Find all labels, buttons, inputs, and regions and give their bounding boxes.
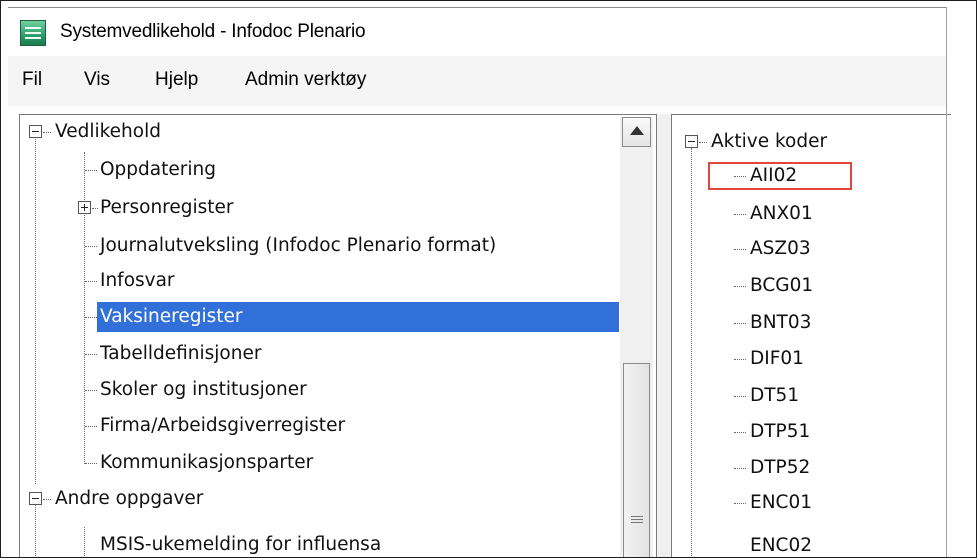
tree-line: [734, 503, 746, 504]
tree-node-kommunikasjonsparter[interactable]: Kommunikasjonsparter: [97, 448, 316, 478]
window-title: Systemvedlikehold - Infodoc Plenario: [60, 21, 366, 42]
tree-line: [35, 139, 36, 484]
tree-node-label: ENC01: [750, 492, 812, 513]
tree-line: [734, 323, 746, 324]
menu-bar: Fil Vis Hjelp Admin verktøy: [8, 56, 946, 106]
tree-node-label: Vedlikehold: [55, 121, 161, 142]
tree-node-oppdatering[interactable]: Oppdatering: [97, 155, 219, 185]
tree-line: [734, 432, 746, 433]
tree-line: [43, 132, 51, 133]
tree-node-label: Andre oppgaver: [55, 488, 204, 509]
tree-node-label: DTP51: [750, 421, 811, 442]
tree-node-msis[interactable]: MSIS-ukemelding for influensa: [97, 530, 384, 557]
code-dt51[interactable]: DT51: [747, 381, 802, 411]
code-bnt03[interactable]: BNT03: [747, 308, 814, 338]
scroll-thumb[interactable]: [623, 363, 650, 557]
tree-node-label: DIF01: [750, 348, 804, 369]
tree-node-aktive-koder[interactable]: Aktive koder: [708, 127, 830, 157]
code-enc02[interactable]: ENC02: [747, 531, 815, 557]
tree-line: [734, 396, 746, 397]
tree-node-label: Aktive koder: [711, 131, 828, 152]
highlight-box: [708, 162, 852, 190]
tree-line: [85, 317, 97, 318]
tree-node-tabelldefinisjoner[interactable]: Tabelldefinisjoner: [97, 339, 264, 369]
tree-node-label: ANX01: [750, 203, 813, 224]
tree-line: [84, 527, 85, 557]
vertical-scrollbar[interactable]: [620, 117, 653, 557]
collapse-andre-oppgaver-icon[interactable]: [29, 492, 42, 505]
tree-node-label: Kommunikasjonsparter: [100, 452, 314, 473]
left-tree-pane[interactable]: Vedlikehold Oppdatering Personregister J…: [19, 114, 657, 557]
scroll-up-arrow-icon[interactable]: [622, 117, 651, 147]
tree-line: [734, 249, 746, 250]
tree-node-label: Firma/Arbeidsgiverregister: [100, 415, 346, 436]
tree-line: [734, 286, 746, 287]
tree-node-skoler[interactable]: Skoler og institusjoner: [97, 375, 310, 405]
tree-line: [85, 281, 97, 282]
tree-node-label: MSIS-ukemelding for influensa: [100, 534, 382, 555]
code-bcg01[interactable]: BCG01: [747, 271, 816, 301]
tree-line: [734, 214, 746, 215]
tree-node-label: ENC02: [750, 535, 812, 556]
tree-line: [84, 152, 85, 464]
tree-line: [85, 170, 97, 171]
tree-node-label: Skoler og institusjoner: [100, 379, 307, 400]
tree-line: [43, 499, 51, 500]
menu-hjelp[interactable]: Hjelp: [155, 69, 198, 91]
tree-node-label: BCG01: [750, 275, 814, 296]
collapse-vedlikehold-icon[interactable]: [29, 125, 42, 138]
title-bar: Systemvedlikehold - Infodoc Plenario: [8, 7, 946, 56]
tree-node-label: ASZ03: [750, 238, 811, 259]
tree-line: [734, 359, 746, 360]
code-enc01[interactable]: ENC01: [747, 488, 815, 518]
tree-node-label: Vaksineregister: [97, 302, 619, 332]
tree-node-label: Journalutveksling (Infodoc Plenario form…: [100, 235, 497, 256]
tree-node-infosvar[interactable]: Infosvar: [97, 266, 178, 296]
tree-node-label: DT51: [750, 385, 800, 406]
tree-node-personregister[interactable]: Personregister: [97, 193, 237, 223]
tree-node-label: Personregister: [100, 197, 234, 218]
grip-icon: [631, 516, 643, 517]
menu-admin-verktoy[interactable]: Admin verktøy: [245, 69, 366, 91]
tree-line: [85, 354, 97, 355]
tree-node-firma[interactable]: Firma/Arbeidsgiverregister: [97, 411, 348, 441]
code-dtp52[interactable]: DTP52: [747, 453, 813, 483]
window-right-edge: [946, 7, 947, 557]
menu-vis[interactable]: Vis: [84, 69, 110, 91]
right-tree-pane[interactable]: Aktive koder AII02 ANX01 ASZ03 BCG01 BNT…: [671, 114, 951, 557]
tree-line: [35, 499, 36, 557]
tree-line: [699, 142, 707, 143]
code-asz03[interactable]: ASZ03: [747, 234, 814, 264]
window-frame: Systemvedlikehold - Infodoc Plenario Fil…: [0, 0, 977, 558]
tree-line: [85, 426, 97, 427]
tree-node-label: Tabelldefinisjoner: [100, 343, 262, 364]
tree-node-vedlikehold[interactable]: Vedlikehold: [52, 117, 164, 147]
tree-line: [734, 468, 746, 469]
tree-node-vaksineregister[interactable]: Vaksineregister: [97, 302, 619, 332]
menu-fil[interactable]: Fil: [22, 69, 42, 91]
tree-node-label: Infosvar: [100, 270, 175, 291]
tree-node-label: DTP52: [750, 457, 811, 478]
code-anx01[interactable]: ANX01: [747, 199, 816, 229]
tree-line: [85, 463, 97, 464]
tree-node-journalutveksling[interactable]: Journalutveksling (Infodoc Plenario form…: [97, 231, 499, 261]
collapse-aktive-koder-icon[interactable]: [685, 135, 698, 148]
pane-splitter[interactable]: [657, 114, 671, 557]
tree-node-label: BNT03: [750, 312, 812, 333]
tree-line: [85, 390, 97, 391]
expand-personregister-icon[interactable]: [78, 201, 91, 214]
tree-node-label: Oppdatering: [100, 159, 216, 180]
tree-line: [85, 246, 97, 247]
app-icon: [20, 20, 46, 46]
code-dif01[interactable]: DIF01: [747, 344, 807, 374]
tree-line: [691, 148, 692, 557]
code-dtp51[interactable]: DTP51: [747, 417, 813, 447]
tree-node-andre-oppgaver[interactable]: Andre oppgaver: [52, 484, 206, 514]
